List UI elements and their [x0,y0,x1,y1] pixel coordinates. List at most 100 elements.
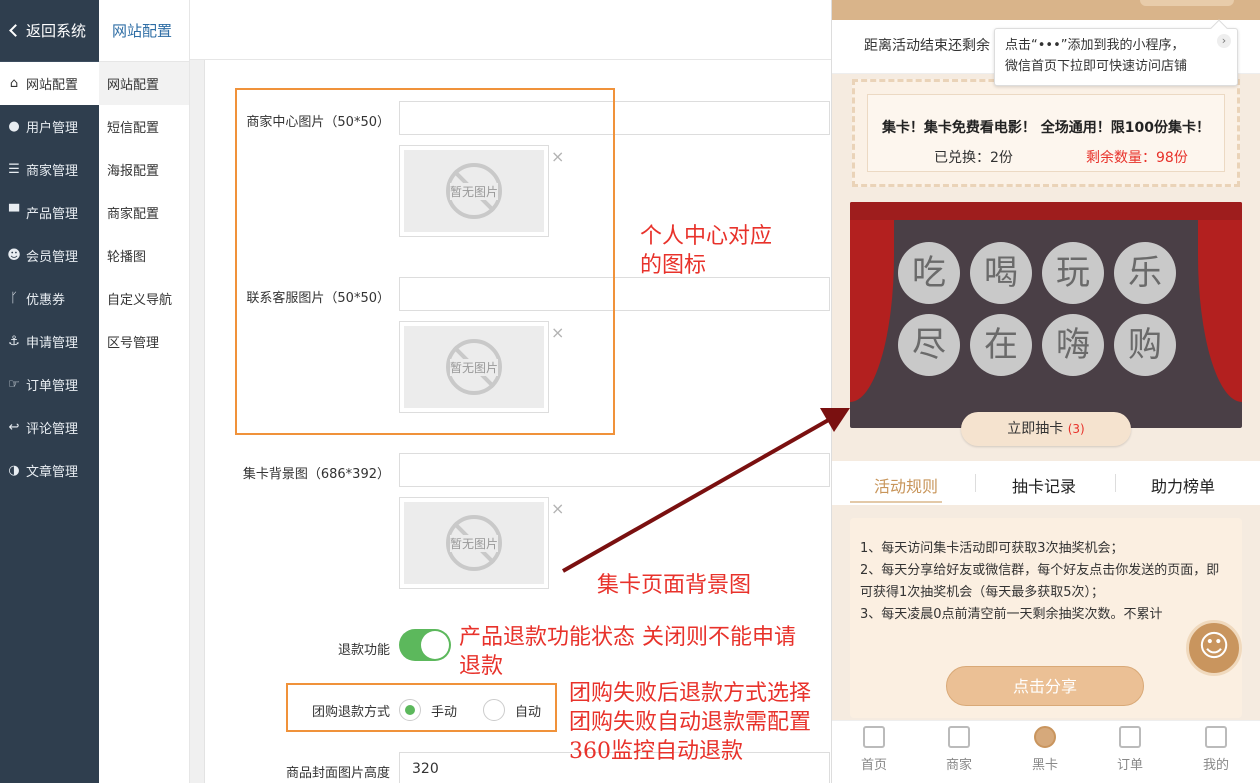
submenu-item-carousel[interactable]: 轮播图 [99,234,189,277]
banner-char: 喝 [970,242,1032,304]
tab-draw-records[interactable]: 抽卡记录 [1012,473,1076,497]
sidebar-item-label: 会员管理 [26,250,79,265]
sidebar-item-label: 申请管理 [26,336,79,351]
home-icon [863,726,885,748]
submenu-title: 网站配置 [99,0,189,62]
sidebar-item-articles[interactable]: ◑ 文章管理 [0,449,99,492]
refund-toggle[interactable] [399,629,451,661]
admin-page: 返回系统 ⌂ 网站配置 ● 用户管理 ☰ 商家管理 ▀ 产品管理 ☻ 会员管理 ᚴ 优惠券 … [0,0,1260,783]
person-icon [1205,726,1227,748]
submenu-item-area-code[interactable]: 区号管理 [99,320,189,363]
sidebar-item-users[interactable]: ● 用户管理 [0,105,99,148]
submenu-item-custom-nav[interactable]: 自定义导航 [99,277,189,320]
note-line: 团购失败自动退款需配置 [569,710,812,735]
card-bg-image-preview[interactable]: 暂无图片 [399,497,549,589]
share-button[interactable]: 点击分享 [946,666,1144,706]
tooltip-line: 微信首页下拉即可快速访问店铺 [1005,59,1188,74]
curtain-left [850,202,894,402]
card-bg-image-label: 集卡背景图（686*392） [242,467,390,482]
chevron-right-icon[interactable]: › [1217,34,1231,48]
server-icon: ☰ [8,162,20,177]
user-icon: ● [8,119,20,134]
nav-orders[interactable]: 订单 [1100,721,1160,773]
reply-icon: ↩ [8,420,20,435]
refund-label: 退款功能 [337,643,390,658]
banner-char: 尽 [898,314,960,376]
nav-label: 我的 [1202,758,1229,773]
submenu-item-poster-config[interactable]: 海报配置 [99,148,189,191]
draw-count: (3) [1067,422,1085,436]
config-submenu: 网站配置 网站配置 短信配置 海报配置 商家配置 轮播图 自定义导航 区号管理 [99,0,190,783]
clipboard-icon [1119,726,1141,748]
tab-divider [975,474,976,492]
card-bg-image-input[interactable] [399,453,830,487]
draw-card-button[interactable]: 立即抽卡 (3) [961,412,1131,446]
delete-image-icon[interactable]: × [551,499,564,518]
submenu-item-sms-config[interactable]: 短信配置 [99,105,189,148]
nav-label: 黑卡 [1031,758,1058,773]
tab-divider [1115,474,1116,492]
group-refund-annotation-box [286,683,557,732]
mobile-preview: 距离活动结束还剩余 点击“•••”添加到我的小程序， 微信首页下拉即可快速访问店… [831,0,1260,783]
capsule-button[interactable] [1140,0,1234,6]
sidebar-item-label: 网站配置 [26,78,79,93]
active-tab-underline [850,501,942,503]
coupon-remaining: 剩余数量：98份 [1086,150,1188,166]
store-icon [948,726,970,748]
sidebar-item-members[interactable]: ☻ 会员管理 [0,234,99,277]
tab-help-ranking[interactable]: 助力榜单 [1151,473,1215,497]
note-line: 个人中心对应 [640,224,773,249]
back-to-system-button[interactable]: 返回系统 [0,0,99,62]
sidebar-item-label: 用户管理 [26,121,79,136]
nav-label: 首页 [860,758,887,773]
add-miniprogram-tooltip: 点击“•••”添加到我的小程序， 微信首页下拉即可快速访问店铺 › [994,19,1238,86]
note-line: 退款 [459,654,504,679]
curtain-right [1198,202,1242,402]
rule-item: 1、每天访问集卡活动即可获取3次抽奖机会； [860,541,1124,556]
anchor-icon: ⚓ [8,334,20,349]
banner-char: 购 [1114,314,1176,376]
cover-height-value: 320 [412,761,439,777]
note-line: 团购失败后退款方式选择 [569,681,812,706]
sidebar-item-applications[interactable]: ⚓ 申请管理 [0,320,99,363]
submenu-item-site-config[interactable]: 网站配置 [99,62,189,105]
note-line: 产品退款功能状态 关闭则不能申请 [459,625,796,650]
refund-note: 产品退款功能状态 关闭则不能申请 退款 [459,623,796,681]
rule-item: 2、每天分享给好友或微信群，每个好友点击你发送的页面，即可获得1次抽奖机会（每天… [860,563,1220,600]
no-image-icon: 暂无图片 [446,515,502,571]
tooltip-line: 点击“•••”添加到我的小程序， [1005,38,1185,53]
nav-merchant[interactable]: 商家 [929,721,989,773]
banner-char: 玩 [1042,242,1104,304]
sidebar-item-site-config[interactable]: ⌂ 网站配置 [0,62,99,105]
activity-tabs: 活动规则 抽卡记录 助力榜单 [832,461,1260,505]
no-image-text: 暂无图片 [450,358,499,376]
personal-center-note: 个人中心对应 的图标 [640,222,772,280]
nav-home[interactable]: 首页 [844,721,904,773]
home-icon: ⌂ [9,76,19,91]
note-line: 360监控自动退款 [569,739,743,764]
no-image-text: 暂无图片 [450,182,499,200]
sidebar-item-coupons[interactable]: ᚴ 优惠券 [0,277,99,320]
branch-icon: ᚴ [10,291,18,306]
nav-label: 订单 [1116,758,1143,773]
sidebar-item-label: 优惠券 [26,293,66,308]
submenu-item-merchant-config[interactable]: 商家配置 [99,191,189,234]
personal-center-annotation-box [235,88,615,435]
coupon-title: 集卡！集卡免费看电影！ 全场通用！限100份集卡！ [881,120,1211,136]
nav-mine[interactable]: 我的 [1186,721,1246,773]
nav-black-card[interactable]: 黑卡 [1015,721,1075,773]
sidebar-item-label: 订单管理 [26,379,79,394]
sidebar-item-products[interactable]: ▀ 产品管理 [0,191,99,234]
sidebar-item-comments[interactable]: ↩ 评论管理 [0,406,99,449]
sidebar-item-orders[interactable]: ☞ 订单管理 [0,363,99,406]
customer-service-icon[interactable]: ☺ [1186,620,1242,676]
tab-rules[interactable]: 活动规则 [874,473,938,497]
toggle-knob [421,631,449,659]
banner-char: 乐 [1114,242,1176,304]
sidebar-item-label: 产品管理 [26,207,79,222]
sidebar-item-merchants[interactable]: ☰ 商家管理 [0,148,99,191]
sidebar-item-label: 评论管理 [26,422,79,437]
hand-icon: ☞ [8,377,20,392]
main-sidebar: 返回系统 ⌂ 网站配置 ● 用户管理 ☰ 商家管理 ▀ 产品管理 ☻ 会员管理 ᚴ 优惠券 … [0,0,99,783]
cover-height-label: 商品封面图片高度 [285,766,390,781]
